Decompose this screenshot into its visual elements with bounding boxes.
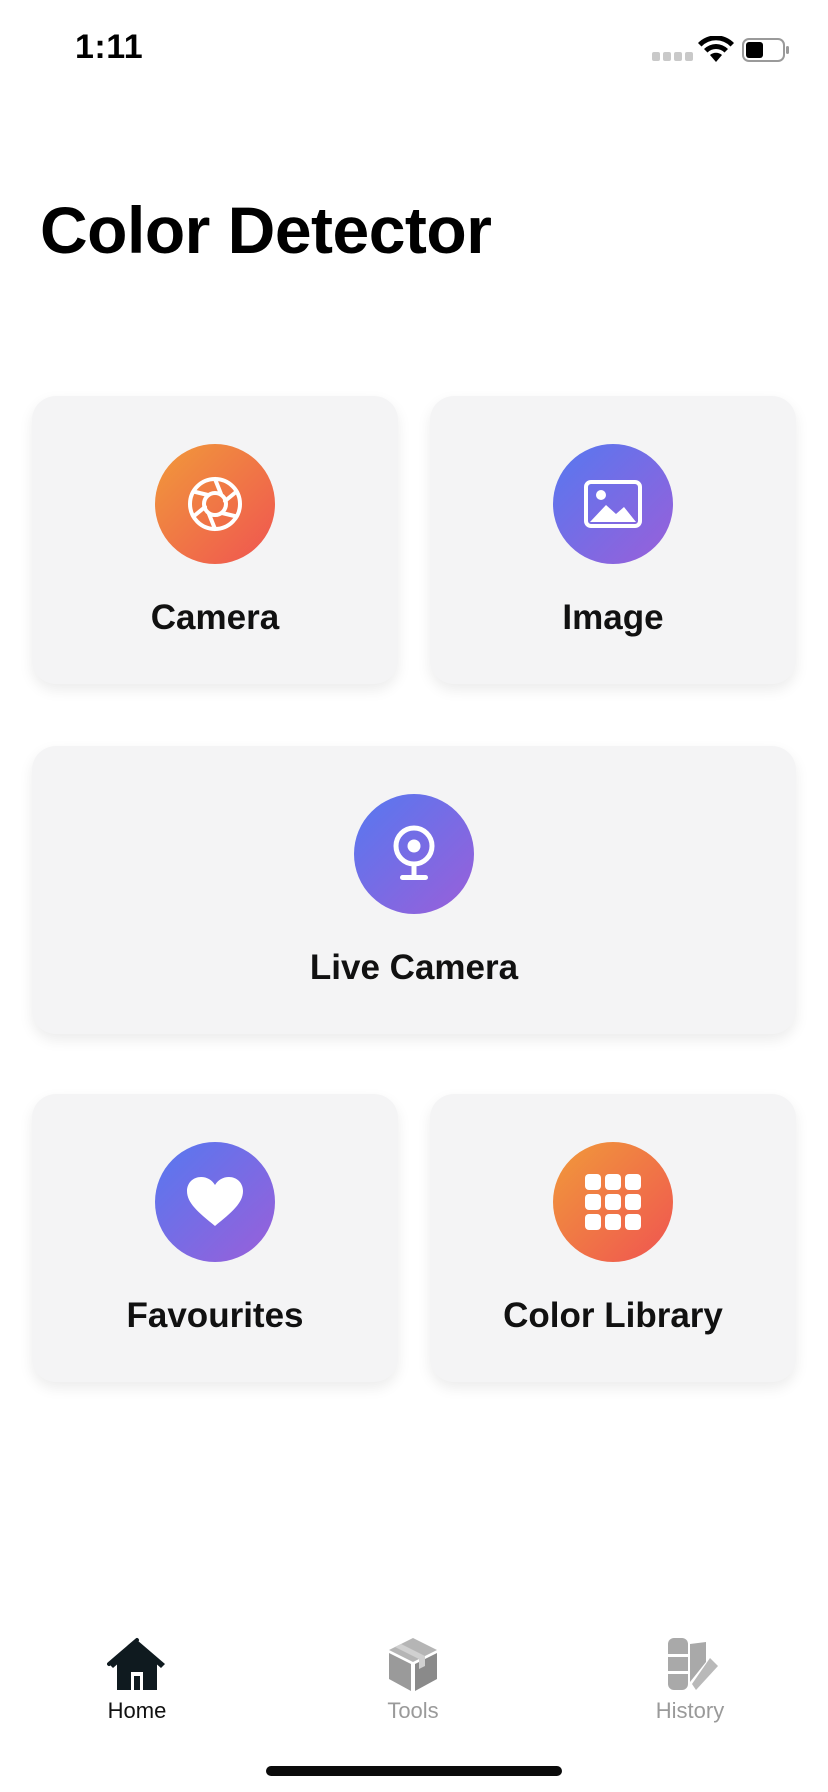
image-card[interactable]: Image xyxy=(430,396,796,684)
house-icon xyxy=(107,1638,165,1690)
tab-tools[interactable]: Tools xyxy=(323,1636,503,1746)
page-title: Color Detector xyxy=(40,193,492,267)
heart-icon xyxy=(187,1177,243,1226)
wifi-icon xyxy=(698,36,734,62)
swatch-icon xyxy=(668,1638,718,1690)
box-icon xyxy=(389,1638,437,1691)
cellular-signal-icon xyxy=(652,52,693,61)
camera-label: Camera xyxy=(150,598,280,637)
favourites-icon-badge xyxy=(155,1142,275,1262)
live-camera-card[interactable]: Live Camera xyxy=(32,746,796,1034)
color-library-card[interactable]: Color Library xyxy=(430,1094,796,1382)
favourites-card[interactable]: Favourites xyxy=(32,1094,398,1382)
status-bar: 1:11 xyxy=(0,0,828,100)
screen: 1:11 Color Detector Camera Image Live Ca… xyxy=(0,0,828,1792)
image-icon xyxy=(584,480,642,528)
image-icon-badge xyxy=(553,444,673,564)
live-camera-icon-badge xyxy=(354,794,474,914)
tab-history-label: History xyxy=(655,1698,725,1723)
live-camera-label: Live Camera xyxy=(309,948,519,987)
tab-bar: Home Tools History xyxy=(0,1610,828,1792)
camera-card[interactable]: Camera xyxy=(32,396,398,684)
favourites-label: Favourites xyxy=(126,1296,304,1335)
tab-tools-label: Tools xyxy=(387,1698,439,1723)
battery-icon xyxy=(742,38,789,62)
grid-icon xyxy=(585,1174,641,1230)
status-time: 1:11 xyxy=(75,28,144,66)
color-library-label: Color Library xyxy=(503,1296,723,1335)
tab-history[interactable]: History xyxy=(600,1636,780,1746)
tab-home-label: Home xyxy=(107,1698,167,1723)
image-label: Image xyxy=(562,598,664,637)
home-indicator[interactable] xyxy=(266,1766,562,1776)
tab-home[interactable]: Home xyxy=(47,1636,227,1746)
color-library-icon-badge xyxy=(553,1142,673,1262)
aperture-icon xyxy=(188,477,242,531)
camera-icon-badge xyxy=(155,444,275,564)
webcam-icon xyxy=(393,825,435,880)
